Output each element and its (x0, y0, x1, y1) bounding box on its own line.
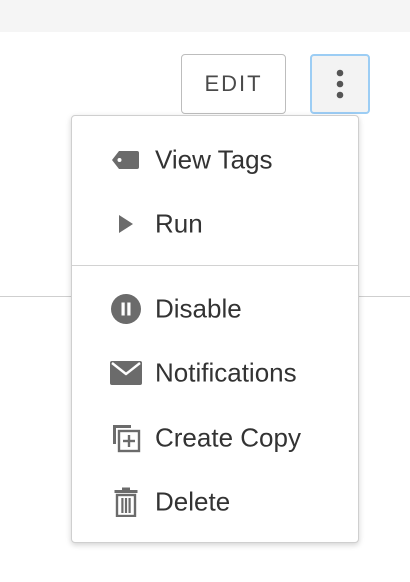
tag-icon (110, 144, 142, 176)
menu-item-label: Create Copy (155, 422, 301, 453)
menu-item-view-tags[interactable]: View Tags (72, 132, 358, 188)
menu-item-label: View Tags (155, 144, 273, 175)
menu-item-notifications[interactable]: Notifications (72, 345, 358, 401)
play-icon (110, 208, 142, 240)
menu-item-create-copy[interactable]: Create Copy (72, 410, 358, 466)
menu-item-label: Disable (155, 293, 242, 324)
menu-item-run[interactable]: Run (72, 196, 358, 252)
menu-item-label: Notifications (155, 357, 297, 388)
copy-icon (110, 422, 142, 454)
envelope-icon (110, 357, 142, 389)
menu-item-delete[interactable]: Delete (72, 474, 358, 530)
edit-button[interactable]: EDIT (181, 54, 286, 114)
pause-circle-icon (110, 293, 142, 325)
menu-item-label: Run (155, 208, 203, 239)
actions-dropdown-menu: View Tags Run Disable Notifications Crea… (71, 115, 359, 543)
vertical-ellipsis-icon (336, 69, 344, 99)
more-actions-button[interactable] (310, 54, 370, 114)
top-bar (0, 0, 410, 32)
menu-item-label: Delete (155, 486, 231, 517)
trash-icon (110, 486, 142, 518)
menu-item-disable[interactable]: Disable (72, 281, 358, 337)
menu-separator (72, 265, 358, 266)
